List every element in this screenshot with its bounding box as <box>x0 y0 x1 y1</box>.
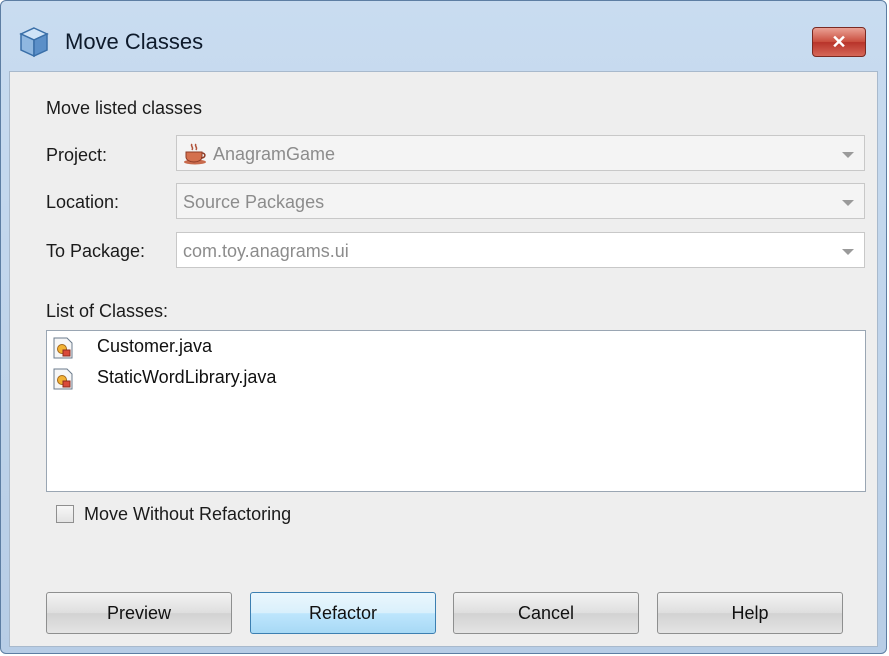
move-without-refactoring-label[interactable]: Move Without Refactoring <box>84 504 291 525</box>
project-value: AnagramGame <box>213 144 336 164</box>
move-without-refactoring-checkbox[interactable] <box>56 505 74 523</box>
class-name: Customer.java <box>97 336 213 356</box>
java-class-file-icon <box>53 337 73 359</box>
title-bar[interactable]: Move Classes ✕ <box>1 1 886 71</box>
close-button[interactable]: ✕ <box>812 27 866 57</box>
list-item[interactable]: StaticWordLibrary.java <box>51 364 651 392</box>
form-heading: Move listed classes <box>46 98 203 118</box>
list-item[interactable]: Customer.java <box>51 333 651 361</box>
class-name: StaticWordLibrary.java <box>97 367 277 387</box>
java-class-file-icon <box>53 368 73 390</box>
project-combo[interactable]: AnagramGame <box>176 135 865 171</box>
move-classes-dialog: Move Classes ✕ Move listed classes Proje… <box>0 0 887 654</box>
location-combo[interactable]: Source Packages <box>176 183 865 219</box>
chevron-down-icon[interactable] <box>842 200 854 206</box>
coffee-cup-icon <box>184 143 206 165</box>
chevron-down-icon[interactable] <box>842 152 854 158</box>
refactor-button[interactable]: Refactor <box>250 592 436 634</box>
dialog-content: Move listed classes Project: AnagramGame… <box>9 71 878 647</box>
classes-list[interactable]: Customer.java StaticWordLibrary.java <box>46 330 866 492</box>
help-button[interactable]: Help <box>657 592 843 634</box>
location-value: Source Packages <box>183 192 325 212</box>
package-combo[interactable]: com.toy.anagrams.ui <box>176 232 865 268</box>
package-value[interactable]: com.toy.anagrams.ui <box>183 241 349 262</box>
package-label: To Package: <box>46 241 146 261</box>
project-label: Project: <box>46 145 108 165</box>
cube-icon <box>19 27 49 58</box>
list-of-classes-label: List of Classes: <box>46 301 169 321</box>
cancel-button[interactable]: Cancel <box>453 592 639 634</box>
chevron-down-icon[interactable] <box>842 249 854 255</box>
preview-button[interactable]: Preview <box>46 592 232 634</box>
location-label: Location: <box>46 192 120 212</box>
window-title: Move Classes <box>65 29 204 54</box>
